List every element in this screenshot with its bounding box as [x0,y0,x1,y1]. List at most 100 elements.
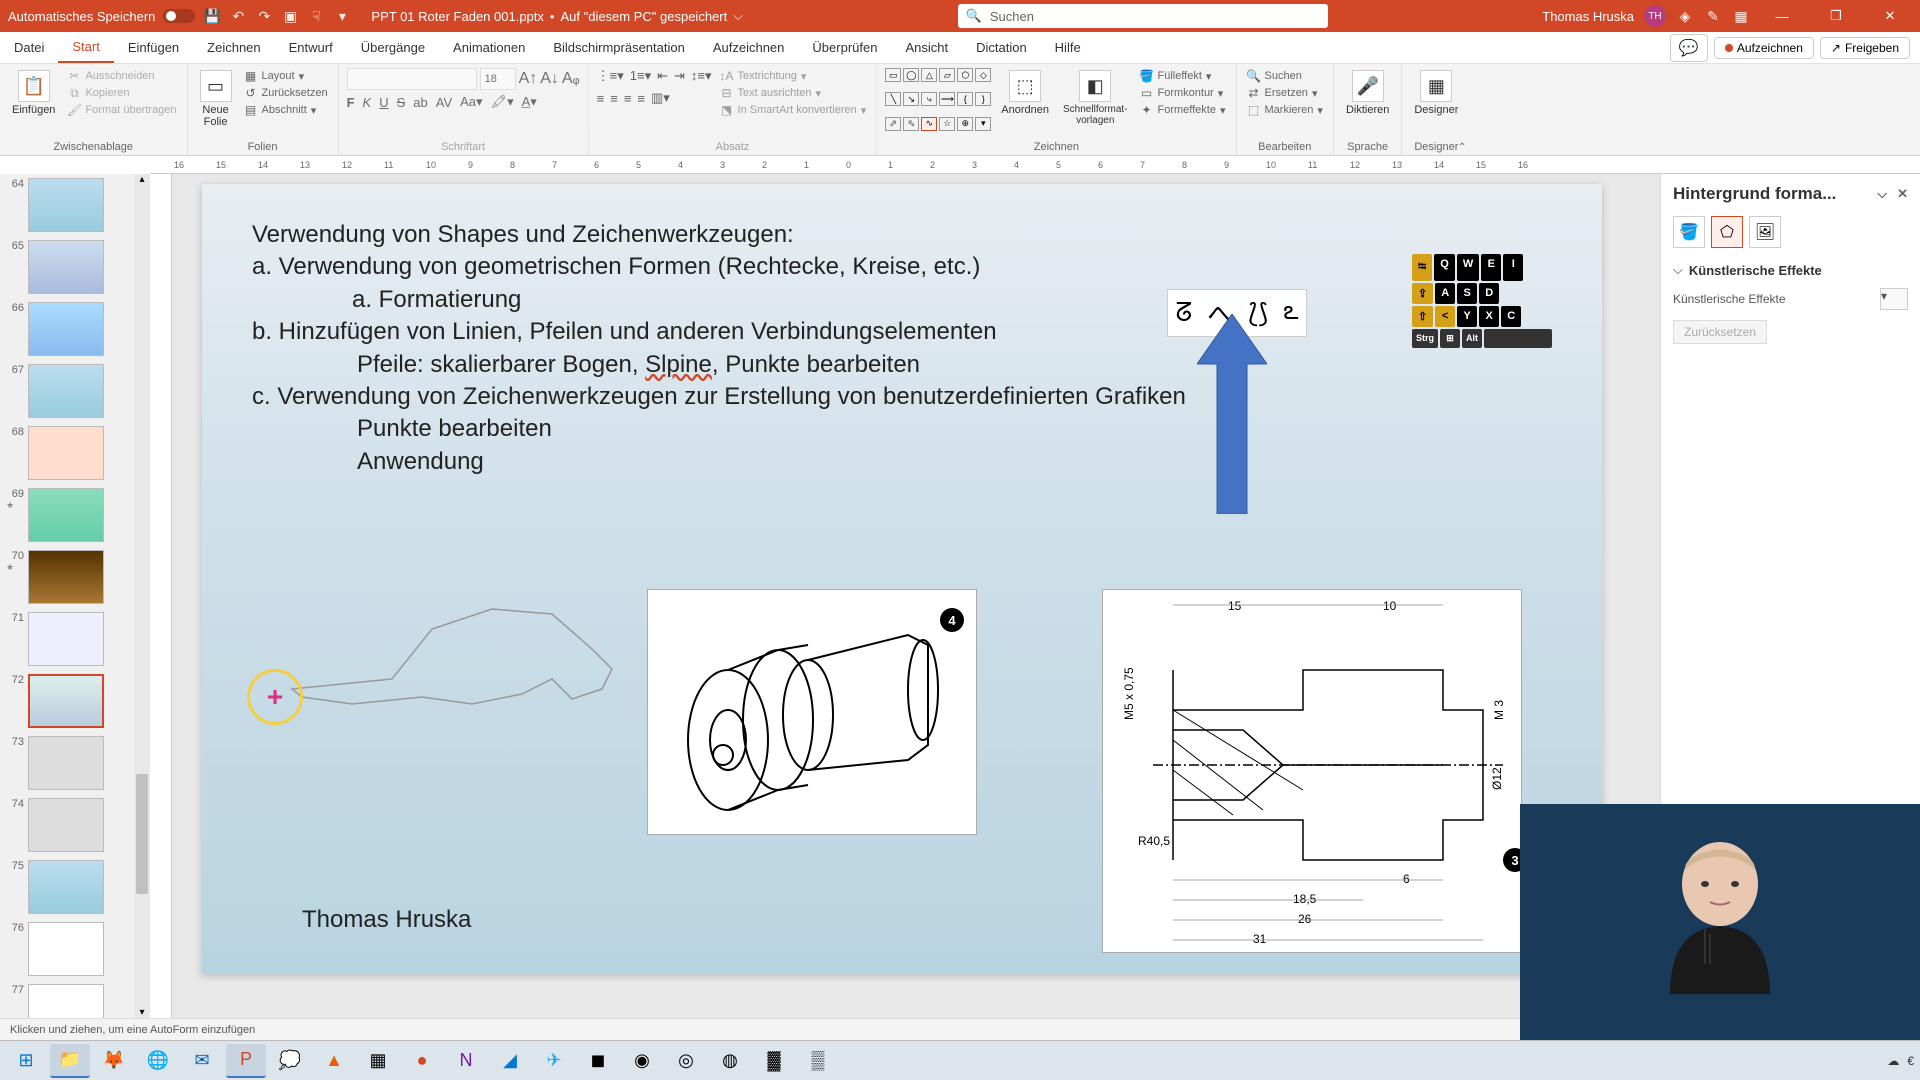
thumbnail-69[interactable]: 69★ [0,484,150,546]
menu-uebergaenge[interactable]: Übergänge [347,32,439,63]
font-size-select[interactable]: 18 [480,68,516,90]
taskbar-chrome[interactable]: 🌐 [138,1044,178,1078]
maximize-button[interactable]: ❐ [1814,0,1858,32]
scrollbar-handle[interactable] [136,774,148,894]
thumbnail-76[interactable]: 76 [0,918,150,980]
taskbar-onenote[interactable]: N [446,1044,486,1078]
select-button[interactable]: ⬚Markieren▾ [1245,102,1325,118]
shape-outline-button[interactable]: ▭Formkontur▾ [1137,85,1227,101]
shadow-button[interactable]: ab [413,95,427,110]
user-name[interactable]: Thomas Hruska [1542,9,1634,24]
shape-fill-button[interactable]: 🪣Fülleffekt▾ [1137,68,1227,84]
menu-datei[interactable]: Datei [0,32,58,63]
menu-dictation[interactable]: Dictation [962,32,1041,63]
scroll-down-icon[interactable]: ▾ [134,1007,150,1018]
autosave-toggle[interactable] [163,9,195,23]
tray-currency[interactable]: € [1907,1054,1914,1068]
shape-effects-button[interactable]: ✦Formeffekte▾ [1137,102,1227,118]
layout-button[interactable]: ▦Layout▾ [242,68,330,84]
artistic-effect-picker[interactable]: ▾ [1880,288,1908,310]
artistic-effects-section[interactable]: ⌵ Künstlerische Effekte [1673,262,1908,278]
scroll-up-icon[interactable]: ▴ [134,174,150,185]
pane-dropdown-icon[interactable]: ⌵ [1877,186,1887,202]
menu-aufzeichnen[interactable]: Aufzeichnen [699,32,799,63]
thumbnail-75[interactable]: 75 [0,856,150,918]
shapes-gallery[interactable]: ▭◯△▱⬡◇ ╲↘⤷⟶{} ⬀⬁∿☆⊕▾ [885,68,991,139]
search-box[interactable]: 🔍 Suchen [958,4,1328,28]
strike-button[interactable]: S [397,95,406,110]
menu-ueberpruefen[interactable]: Überprüfen [798,32,891,63]
collapse-ribbon-icon[interactable]: ⌃ [1458,142,1466,153]
save-icon[interactable]: 💾 [203,7,221,25]
menu-animationen[interactable]: Animationen [439,32,539,63]
effects-tab[interactable]: ⬠ [1711,216,1743,248]
taskbar-app3[interactable]: ● [402,1044,442,1078]
increase-font-icon[interactable]: A↑ [519,70,538,88]
redo-icon[interactable]: ↷ [255,7,273,25]
new-slide-button[interactable]: ▭Neue Folie [196,68,236,139]
close-button[interactable]: ✕ [1868,0,1912,32]
taskbar-app4[interactable]: ◼ [578,1044,618,1078]
share-button[interactable]: ↗Freigeben [1820,37,1910,59]
quick-styles-button[interactable]: ◧Schnellformat- vorlagen [1059,68,1131,139]
dictate-button[interactable]: 🎤Diktieren [1342,68,1393,118]
arrange-button[interactable]: ⬚Anordnen [997,68,1053,139]
thumbnail-74[interactable]: 74 [0,794,150,856]
thumbnail-70[interactable]: 70★ [0,546,150,608]
designer-button[interactable]: ▦Designer [1410,68,1462,118]
section-button[interactable]: ▤Abschnitt▾ [242,102,330,118]
bold-button[interactable]: F [347,95,355,110]
taskbar-app1[interactable]: 💭 [270,1044,310,1078]
slide-canvas[interactable]: Verwendung von Shapes und Zeichenwerkzeu… [172,174,1660,1018]
arrow-shape[interactable] [1197,314,1267,514]
touch-icon[interactable]: ☟ [307,7,325,25]
taskbar-app2[interactable]: ▦ [358,1044,398,1078]
taskbar-app8[interactable]: ▒ [798,1044,838,1078]
thumbnail-scrollbar[interactable]: ▴ ▾ [134,174,150,1018]
reset-button[interactable]: ↺Zurücksetzen [242,85,330,101]
line-spacing-button[interactable]: ↕≡▾ [691,68,712,84]
indent-dec-button[interactable]: ⇤ [657,68,668,84]
spacing-button[interactable]: AV [436,95,452,110]
record-button[interactable]: Aufzeichnen [1714,37,1814,59]
numbering-button[interactable]: 1≡▾ [630,68,651,84]
sync-icon[interactable]: ◈ [1676,7,1694,25]
bullets-button[interactable]: ⋮≡▾ [597,68,624,84]
user-avatar[interactable]: TH [1644,5,1666,27]
present-icon[interactable]: ▣ [281,7,299,25]
windows-icon[interactable]: ▦ [1732,7,1750,25]
menu-einfuegen[interactable]: Einfügen [114,32,193,63]
align-right-button[interactable]: ≡ [624,91,632,106]
align-justify-button[interactable]: ≡ [637,91,645,106]
menu-ansicht[interactable]: Ansicht [891,32,962,63]
technical-drawing-2d[interactable]: 3 15 10 M5 x 0,75 M 3 Ø12 R40,5 [1102,589,1522,953]
thumbnail-71[interactable]: 71 [0,608,150,670]
menu-zeichnen[interactable]: Zeichnen [193,32,274,63]
highlight-button[interactable]: 🖍▾ [491,94,514,110]
taskbar-powerpoint[interactable]: P [226,1044,266,1078]
fill-tab[interactable]: 🪣 [1673,216,1705,248]
clear-format-icon[interactable]: Aᵩ [562,70,580,88]
qat-more-icon[interactable]: ▾ [333,7,351,25]
picture-tab[interactable]: 🖼 [1749,216,1781,248]
comments-icon[interactable]: 💬 [1670,34,1708,62]
font-color-button[interactable]: A▾ [522,94,537,110]
font-name-select[interactable] [347,68,477,90]
brush-icon[interactable]: ✎ [1704,7,1722,25]
align-text-button[interactable]: ⊟Text ausrichten▾ [718,85,869,101]
taskbar-vscode[interactable]: ◢ [490,1044,530,1078]
indent-inc-button[interactable]: ⇥ [674,68,685,84]
decrease-font-icon[interactable]: A↓ [540,70,559,88]
menu-hilfe[interactable]: Hilfe [1041,32,1095,63]
title-dropdown-icon[interactable]: ⌵ [733,8,743,24]
pane-close-icon[interactable]: ✕ [1897,186,1908,202]
slide-thumbnails[interactable]: 646566676869★70★71727374757677 ▴ ▾ [0,174,150,1018]
thumbnail-66[interactable]: 66 [0,298,150,360]
text-direction-button[interactable]: ↕ATextrichtung▾ [718,68,869,84]
technical-drawing-3d[interactable]: 4 [647,589,977,835]
taskbar-explorer[interactable]: 📁 [50,1044,90,1078]
thumbnail-64[interactable]: 64 [0,174,150,236]
taskbar-outlook[interactable]: ✉ [182,1044,222,1078]
minimize-button[interactable]: ― [1760,0,1804,32]
taskbar-telegram[interactable]: ✈ [534,1044,574,1078]
